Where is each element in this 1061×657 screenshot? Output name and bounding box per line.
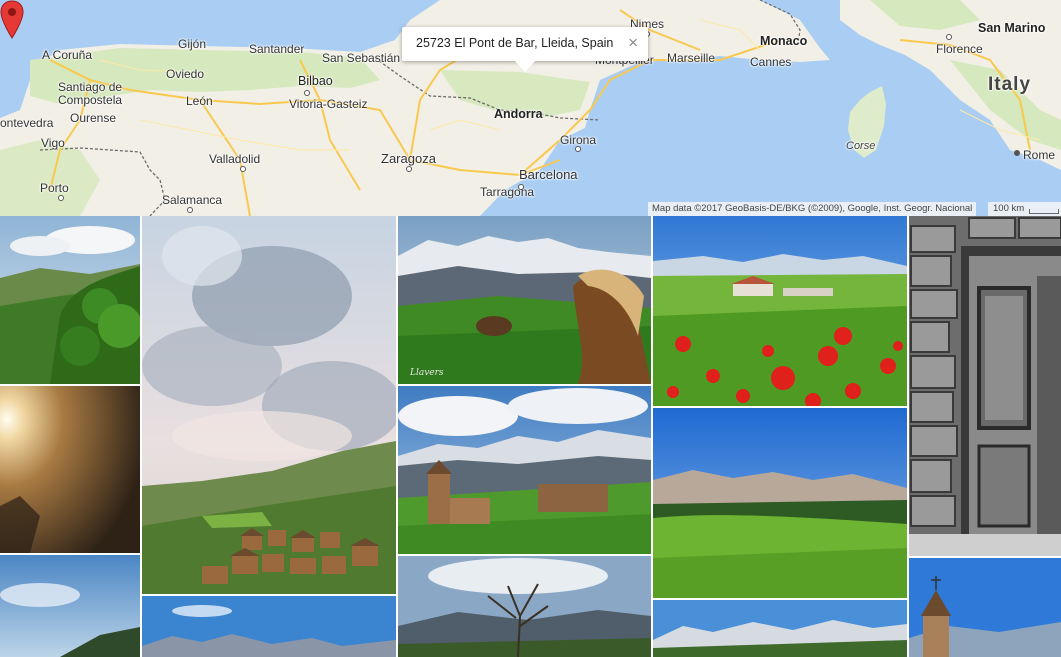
city-label-porto: Porto <box>40 181 69 195</box>
city-label-valladolid: Valladolid <box>209 152 261 166</box>
gallery-photo-stone-door[interactable] <box>909 216 1061 556</box>
city-dot <box>1014 150 1020 156</box>
city-label-salamanca: Salamanca <box>162 193 223 207</box>
gallery-photo-bell-tower[interactable] <box>909 558 1061 657</box>
scale-label: 100 km <box>993 203 1025 214</box>
city-label-marseille: Marseille <box>667 51 716 65</box>
city-dot <box>946 34 952 40</box>
scale-bar <box>1029 209 1059 214</box>
gallery-photo-snowy-ridge[interactable] <box>653 600 907 657</box>
city-label-florence: Florence <box>936 42 983 56</box>
city-label-a-coruna: A Coruña <box>42 48 93 62</box>
city-dot <box>187 207 193 213</box>
city-label-barcelona: Barcelona <box>519 167 578 182</box>
gallery-photo-village-clouds[interactable] <box>142 216 396 594</box>
region-label-corse: Corse <box>846 140 876 152</box>
gallery-photo-sunburst[interactable] <box>0 386 140 553</box>
gallery-photo-horses[interactable]: Llavers <box>398 216 651 384</box>
city-dot <box>240 166 246 172</box>
city-dot <box>575 146 581 152</box>
city-label-santiago: Santiago de Compostela <box>58 80 123 107</box>
city-label-rome: Rome <box>1023 148 1056 162</box>
gallery-photo-poppies[interactable] <box>653 216 907 406</box>
city-label-gijon: Gijón <box>178 37 207 51</box>
city-label-oviedo: Oviedo <box>166 67 205 81</box>
city-label-bilbao: Bilbao <box>298 74 333 88</box>
country-label-andorra: Andorra <box>494 107 543 121</box>
country-label-italy: Italy <box>988 74 1032 95</box>
city-label-vigo: Vigo <box>41 136 65 150</box>
city-label-pontevedra: ontevedra <box>0 116 54 130</box>
city-label-girona: Girona <box>560 133 597 147</box>
info-window-address: 25723 El Pont de Bar, Lleida, Spain <box>416 36 614 50</box>
gallery-photo-green-hills[interactable] <box>0 216 140 384</box>
gallery-photo-blue-mountains[interactable] <box>142 596 396 657</box>
photo-signature: Llavers <box>410 368 444 378</box>
gallery-photo-blue-sky[interactable] <box>0 555 140 657</box>
city-dot <box>304 90 310 96</box>
city-label-santander: Santander <box>249 42 305 56</box>
gallery-photo-green-meadow[interactable] <box>653 408 907 598</box>
city-dot <box>518 184 524 190</box>
city-label-zaragoza: Zaragoza <box>381 151 436 166</box>
map-attribution[interactable]: Map data ©2017 GeoBasis-DE/BKG (©2009), … <box>648 202 977 216</box>
gallery-photo-church-mountains[interactable] <box>398 386 651 554</box>
map-info-window: 25723 El Pont de Bar, Lleida, Spain × <box>402 27 648 72</box>
city-label-vitoria: Vitoria-Gasteiz <box>289 97 368 111</box>
city-label-monaco: Monaco <box>760 34 808 48</box>
map-scale[interactable]: 100 km <box>988 202 1061 216</box>
close-icon[interactable]: × <box>628 33 638 53</box>
city-label-san-sebastian: San Sebastián <box>322 51 401 65</box>
gallery-photo-tree-valley[interactable] <box>398 556 651 657</box>
city-dot <box>406 166 412 172</box>
map-panel[interactable]: Nimes Monaco Marseille Cannes Montpellie… <box>0 0 1061 216</box>
city-label-cannes: Cannes <box>750 55 792 69</box>
city-label-leon: León <box>186 94 213 108</box>
city-label-san-marino: San Marino <box>978 21 1046 35</box>
map-marker-icon[interactable] <box>0 0 24 40</box>
city-label-ourense: Ourense <box>70 111 117 125</box>
city-dot <box>58 195 64 201</box>
city-label-tarragona: Tarragona <box>480 185 535 199</box>
